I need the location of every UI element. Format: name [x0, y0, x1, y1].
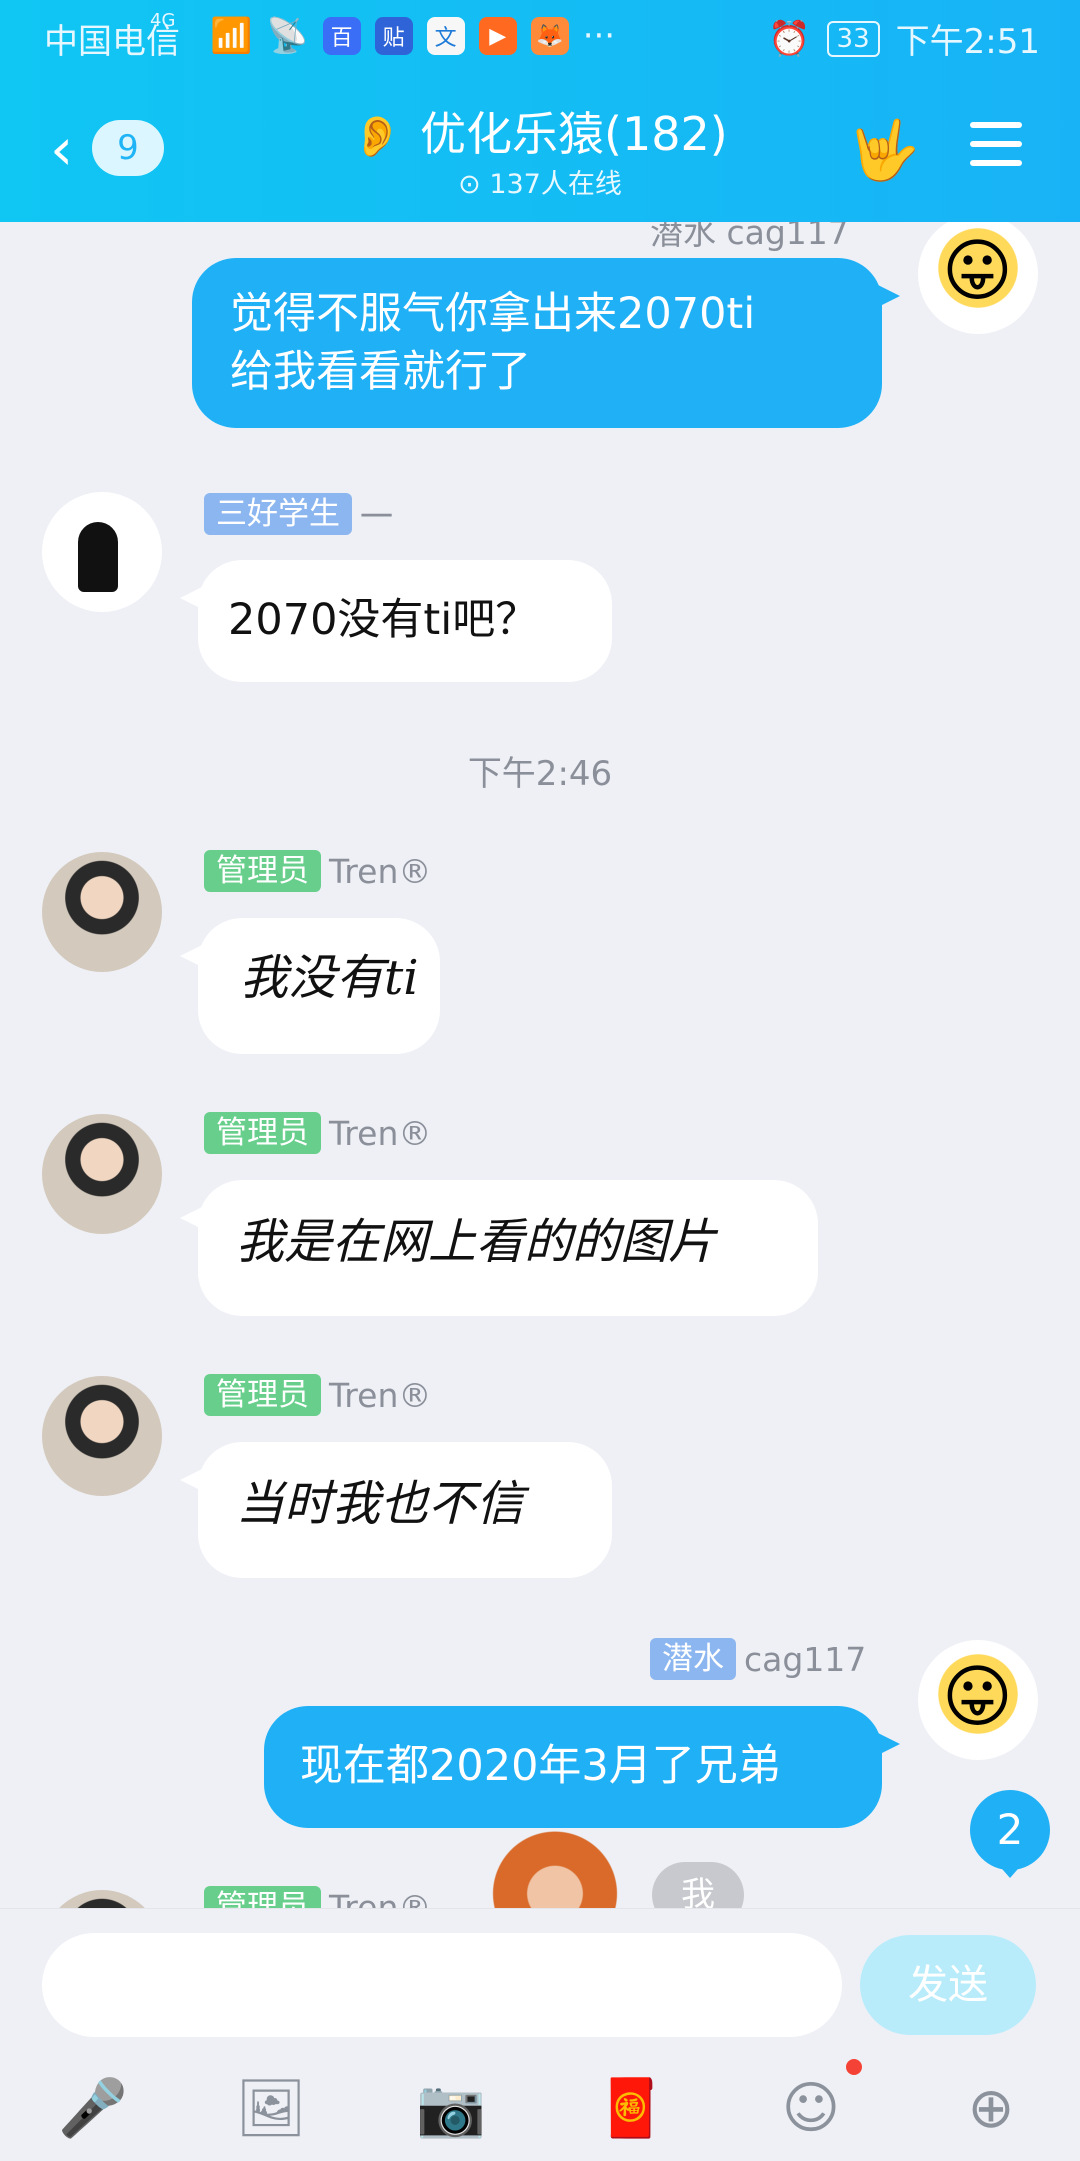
- avatar-user[interactable]: [42, 1114, 162, 1234]
- more-notifications: ···: [582, 16, 616, 56]
- hand-gesture-icon[interactable]: 🤟: [848, 116, 920, 185]
- message-line: 觉得不服气你拿出来2070ti: [230, 289, 756, 339]
- rank-tag: 潜水: [650, 1638, 736, 1680]
- notification-icons: 📶 📡 百 贴 文 ▶ 🦊 ···: [210, 16, 615, 56]
- avatar-user[interactable]: [42, 492, 162, 612]
- message-bubble[interactable]: 2070没有ti吧？: [180, 560, 612, 682]
- red-packet-icon[interactable]: 🧧: [586, 2069, 676, 2149]
- emoji-icon[interactable]: ☺: [766, 2069, 856, 2149]
- message-bubble[interactable]: 我是在网上看的的图片: [180, 1180, 818, 1316]
- battery-indicator: 33: [826, 20, 880, 57]
- avatar-self[interactable]: [918, 222, 1038, 334]
- status-bar: 中国电信 4G 📶 📡 百 贴 文 ▶ 🦊 ··· ⏰ 33 下午2:51: [0, 0, 1080, 74]
- sender-info: 三好学生 一: [204, 490, 393, 538]
- group-name: 优化乐猿(182): [420, 107, 728, 161]
- wenku-icon: 文: [426, 17, 465, 55]
- message-text: 当时我也不信: [236, 1476, 525, 1532]
- wifi-icon: 📡: [266, 16, 309, 56]
- sender-label: 潜水 cag117: [650, 222, 849, 252]
- message-text: 我是在网上看的的图片: [236, 1214, 717, 1270]
- sender-info: 管理员 Tren®: [204, 850, 431, 892]
- message-list[interactable]: 潜水 cag117 觉得不服气你拿出来2070ti 给我看看就行了 三好学生 一…: [0, 222, 1080, 1922]
- alarm-icon: ⏰: [768, 18, 811, 59]
- status-right: ⏰ 33 下午2:51: [768, 14, 1040, 63]
- composer: 发送 🎤 🖼 📷 🧧 ☺ ⊕: [0, 1908, 1080, 2161]
- sender-info-self: 潜水 cag117: [650, 1638, 866, 1680]
- avatar-self[interactable]: [918, 1640, 1038, 1760]
- sender-name: Tren®: [329, 1375, 432, 1415]
- mic-icon[interactable]: 🎤: [48, 2069, 138, 2149]
- rank-tag: 三好学生: [204, 493, 352, 535]
- ear-icon: 👂: [352, 114, 403, 160]
- message-bubble-self[interactable]: 觉得不服气你拿出来2070ti 给我看看就行了: [192, 258, 900, 428]
- online-text: 137人在线: [489, 169, 622, 200]
- avatar-user[interactable]: [42, 852, 162, 972]
- menu-icon[interactable]: [970, 122, 1022, 166]
- notification-dot: [846, 2059, 862, 2075]
- network-label: 4G: [150, 10, 176, 31]
- message-bubble[interactable]: 我没有ti: [180, 918, 440, 1054]
- message-bubble-self[interactable]: 现在都2020年3月了兄弟: [264, 1706, 900, 1828]
- message-bubble[interactable]: 当时我也不信: [180, 1442, 612, 1578]
- admin-tag: 管理员: [204, 1112, 321, 1154]
- sender-info: 管理员 Tren®: [204, 1112, 431, 1154]
- message-line: 给我看看就行了: [230, 347, 531, 397]
- message-text: 2070没有ti吧？: [228, 595, 539, 645]
- admin-tag: 管理员: [204, 1374, 321, 1416]
- time-divider: 下午2:46: [467, 754, 613, 794]
- sender-name: 一: [360, 497, 393, 536]
- message-text: 现在都2020年3月了兄弟: [300, 1741, 781, 1791]
- new-messages-badge[interactable]: 2: [970, 1790, 1050, 1878]
- top-bar: 中国电信 4G 📶 📡 百 贴 文 ▶ 🦊 ··· ⏰ 33 下午2:51 ‹ …: [0, 0, 1080, 222]
- tieba-icon: 贴: [374, 17, 413, 55]
- message-input[interactable]: [42, 1933, 842, 2037]
- baidu-icon: 百: [322, 17, 361, 55]
- clock: 下午2:51: [895, 22, 1040, 62]
- sticker-image[interactable]: [470, 1818, 640, 1922]
- signal-icon: 📶: [210, 16, 253, 56]
- fox-app-icon: 🦊: [530, 17, 569, 55]
- camera-icon[interactable]: 📷: [406, 2069, 496, 2149]
- sender-info: 管理员 Tren®: [204, 1374, 431, 1416]
- message-text: 我没有ti: [240, 950, 419, 1006]
- sender-name: cag117: [744, 1639, 867, 1679]
- admin-tag: 管理员: [204, 850, 321, 892]
- chat-header: ‹ 9 👂 优化乐猿(182) ⊙ 137人在线 🤟: [0, 84, 1080, 214]
- check-circle-icon: ⊙: [458, 169, 490, 200]
- sender-name: Tren®: [329, 851, 432, 891]
- video-app-icon: ▶: [478, 17, 517, 55]
- avatar-user[interactable]: [42, 1376, 162, 1496]
- message-sender-partial: 潜水 cag117: [650, 222, 849, 254]
- plus-icon[interactable]: ⊕: [946, 2069, 1036, 2149]
- sender-name: Tren®: [329, 1113, 432, 1153]
- image-icon[interactable]: 🖼: [226, 2069, 316, 2149]
- send-button[interactable]: 发送: [860, 1935, 1036, 2035]
